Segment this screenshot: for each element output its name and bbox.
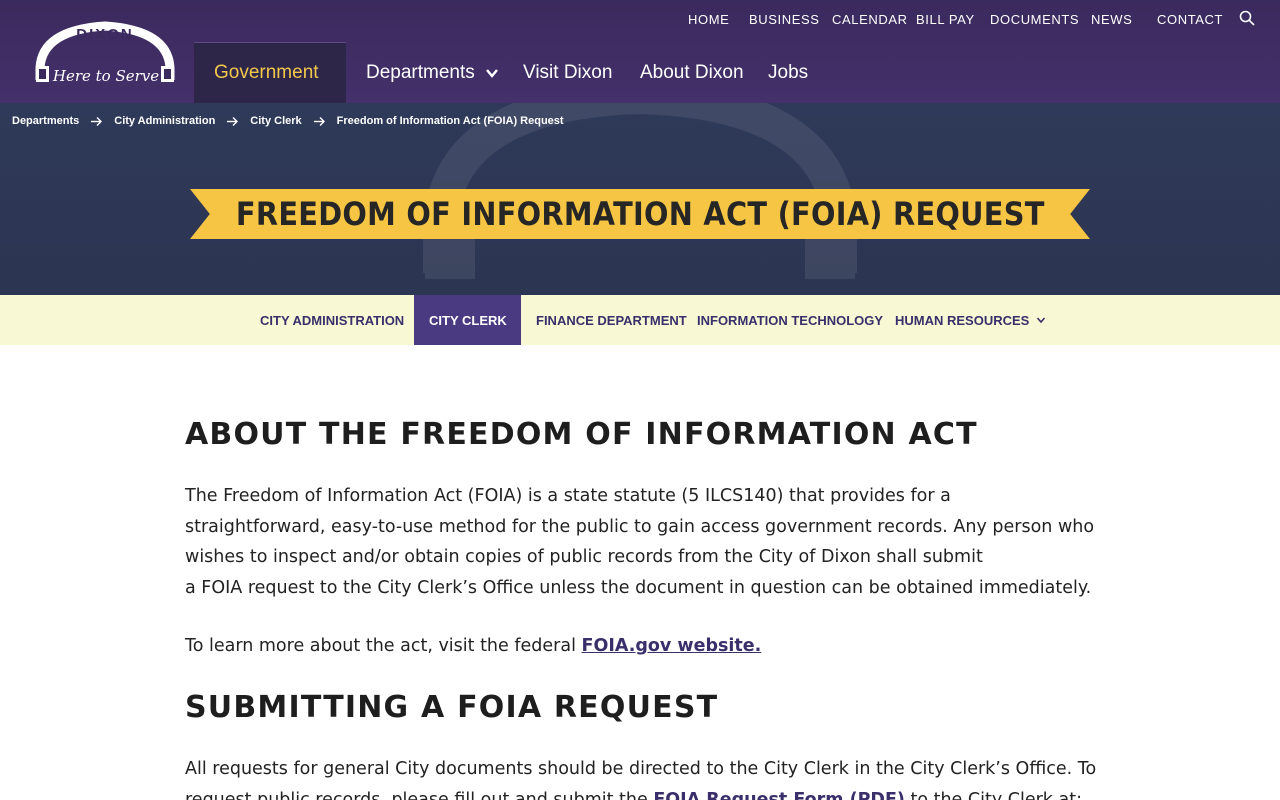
department-subnav: CITY ADMINISTRATION CITY CLERK FINANCE D…	[0, 295, 1280, 345]
foia-gov-link[interactable]: FOIA.gov website.	[582, 636, 762, 656]
nav-departments[interactable]: Departments	[366, 42, 499, 103]
hero-banner: Departments City Administration City Cle…	[0, 103, 1280, 295]
nav-jobs[interactable]: Jobs	[768, 42, 808, 103]
subnav-information-technology[interactable]: INFORMATION TECHNOLOGY	[697, 295, 883, 345]
site-header: DIXON Here to Serve HOME BUSINESS CALEND…	[0, 0, 1280, 103]
subnav-finance-department-label: FINANCE DEPARTMENT	[536, 312, 687, 328]
submitting-line-2: request public records, please fill out …	[185, 785, 1095, 800]
arrow-right-icon	[227, 116, 239, 126]
breadcrumb: Departments City Administration City Cle…	[12, 115, 564, 127]
chevron-down-icon	[485, 68, 498, 78]
util-home-link[interactable]: HOME	[688, 12, 729, 27]
submitting-line-2-text: request public records, please fill out …	[185, 789, 654, 800]
subnav-city-administration-label: CITY ADMINISTRATION	[260, 312, 405, 328]
about-foia-line-1: The Freedom of Information Act (FOIA) is…	[185, 486, 951, 506]
about-foia-line-4: a FOIA request to the City Clerk’s Offic…	[185, 578, 1092, 599]
nav-about-dixon-label: About Dixon	[640, 61, 744, 83]
util-calendar-link[interactable]: CALENDAR	[832, 12, 908, 27]
arrow-right-icon	[91, 116, 103, 126]
breadcrumb-current-page: Freedom of Information Act (FOIA) Reques…	[336, 115, 564, 127]
subnav-human-resources[interactable]: HUMAN RESOURCES	[895, 295, 1046, 345]
page-title-banner: FREEDOM OF INFORMATION ACT (FOIA) REQUES…	[190, 189, 1090, 239]
subnav-city-clerk-label: CITY CLERK	[429, 312, 507, 328]
breadcrumb-city-clerk[interactable]: City Clerk	[250, 115, 301, 127]
page-title: FREEDOM OF INFORMATION ACT (FOIA) REQUES…	[235, 195, 1045, 233]
util-documents-link[interactable]: DOCUMENTS	[990, 12, 1079, 27]
util-billpay-link[interactable]: BILL PAY	[916, 12, 975, 27]
submitting-request-paragraph: All requests for general City documents …	[185, 754, 1097, 800]
learn-more-text: To learn more about the act, visit the f…	[185, 636, 582, 656]
subnav-city-clerk[interactable]: CITY CLERK	[414, 295, 521, 345]
about-foia-line-2: straightforward, easy-to-use method for …	[185, 516, 1095, 537]
util-news-link[interactable]: NEWS	[1091, 12, 1132, 27]
breadcrumb-departments[interactable]: Departments	[12, 115, 79, 127]
utility-nav: HOME BUSINESS CALENDAR BILL PAY DOCUMENT…	[0, 10, 1280, 30]
submitting-line-1: All requests for general City documents …	[185, 759, 1097, 779]
nav-visit-dixon[interactable]: Visit Dixon	[523, 42, 612, 103]
learn-more-paragraph: To learn more about the act, visit the f…	[185, 631, 761, 662]
submitting-request-heading: SUBMITTING A FOIA REQUEST	[185, 690, 719, 725]
submitting-line-2-end: to the City Clerk at:	[904, 789, 1082, 800]
logo-tagline: Here to Serve	[52, 67, 159, 85]
arrow-right-icon	[313, 116, 325, 126]
chevron-down-icon	[1037, 317, 1046, 324]
nav-jobs-label: Jobs	[768, 61, 809, 83]
breadcrumb-city-administration[interactable]: City Administration	[114, 115, 215, 127]
about-foia-paragraph: The Freedom of Information Act (FOIA) is…	[185, 481, 1095, 604]
nav-government-label: Government	[214, 62, 319, 83]
subnav-city-administration[interactable]: CITY ADMINISTRATION	[260, 295, 404, 345]
subnav-information-technology-label: INFORMATION TECHNOLOGY	[697, 312, 884, 328]
subnav-finance-department[interactable]: FINANCE DEPARTMENT	[536, 295, 687, 345]
foia-request-form-link[interactable]: FOIA Request Form (PDF)	[653, 790, 905, 800]
nav-departments-label: Departments	[366, 61, 475, 83]
nav-about-dixon[interactable]: About Dixon	[640, 42, 744, 103]
util-business-link[interactable]: BUSINESS	[749, 12, 820, 27]
subnav-human-resources-label: HUMAN RESOURCES	[895, 312, 1030, 328]
search-icon[interactable]	[1239, 10, 1257, 28]
about-foia-heading: ABOUT THE FREEDOM OF INFORMATION ACT	[185, 417, 978, 452]
util-contact-link[interactable]: CONTACT	[1157, 12, 1223, 27]
about-foia-line-3: wishes to inspect and/or obtain copies o…	[185, 547, 983, 568]
nav-visit-dixon-label: Visit Dixon	[523, 61, 613, 83]
nav-government[interactable]: Government	[194, 42, 346, 103]
